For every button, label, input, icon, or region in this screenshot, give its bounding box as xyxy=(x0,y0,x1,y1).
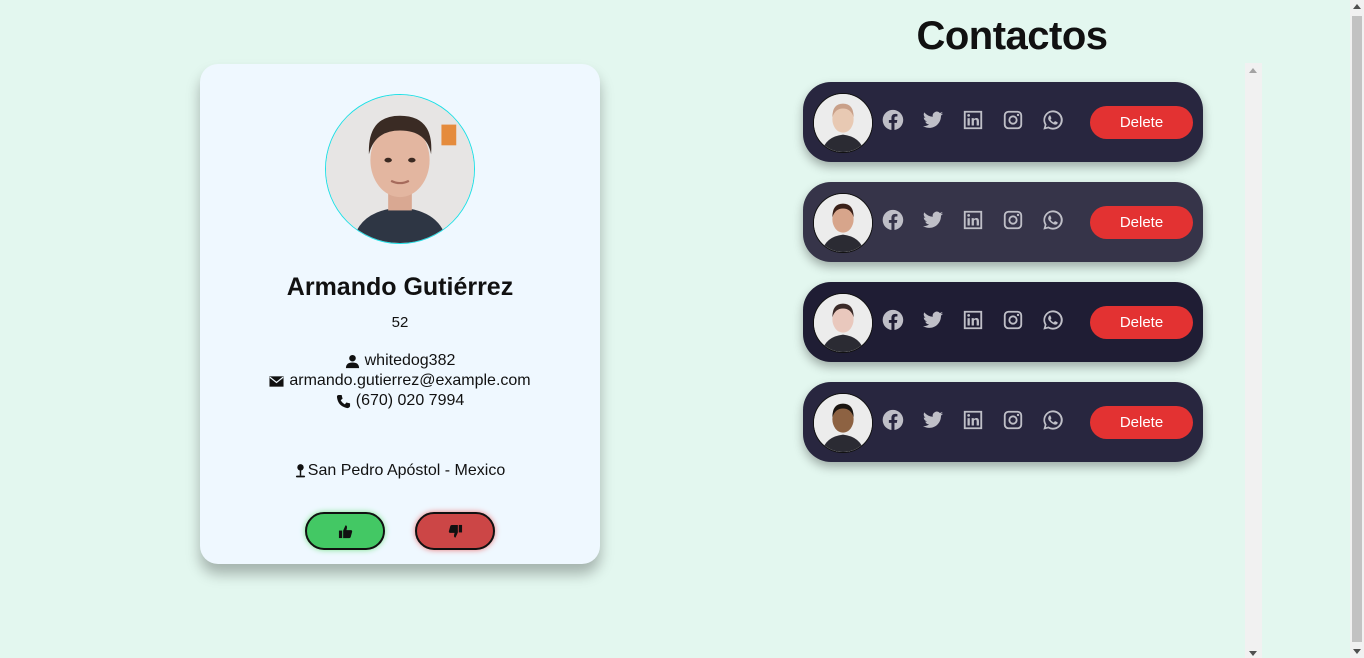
linkedin-icon[interactable] xyxy=(962,209,984,231)
whatsapp-icon[interactable] xyxy=(1042,209,1064,231)
email-row: armando.gutierrez@example.com xyxy=(200,372,600,390)
map-pin-icon xyxy=(295,464,305,478)
contact-card: Delete xyxy=(803,182,1203,262)
contact-card: Delete xyxy=(803,282,1203,362)
profile-phone: (670) 020 7994 xyxy=(355,392,465,409)
linkedin-icon[interactable] xyxy=(962,109,984,131)
twitter-icon[interactable] xyxy=(922,209,944,231)
scroll-down-arrow[interactable] xyxy=(1249,651,1257,656)
whatsapp-icon[interactable] xyxy=(1042,109,1064,131)
profile-username: whitedog382 xyxy=(364,352,456,369)
twitter-icon[interactable] xyxy=(922,109,944,131)
linkedin-icon[interactable] xyxy=(962,409,984,431)
twitter-icon[interactable] xyxy=(922,309,944,331)
scroll-up-arrow[interactable] xyxy=(1249,68,1257,73)
contact-card: Delete xyxy=(803,382,1203,462)
profile-photo xyxy=(326,95,474,243)
facebook-icon[interactable] xyxy=(882,409,904,431)
profile-card: Armando Gutiérrez 52 whitedog382 armando… xyxy=(200,64,600,564)
social-links xyxy=(882,309,1064,331)
facebook-icon[interactable] xyxy=(882,209,904,231)
profile-location: San Pedro Apóstol - Mexico xyxy=(307,462,506,479)
location-row: San Pedro Apóstol - Mexico xyxy=(200,462,600,480)
contact-avatar xyxy=(813,93,873,153)
delete-button[interactable]: Delete xyxy=(1090,106,1193,139)
instagram-icon[interactable] xyxy=(1002,109,1024,131)
page-scrollbar[interactable] xyxy=(1350,0,1364,658)
twitter-icon[interactable] xyxy=(922,409,944,431)
profile-avatar xyxy=(325,94,475,244)
envelope-icon xyxy=(269,375,284,387)
facebook-icon[interactable] xyxy=(882,109,904,131)
thumbs-down-icon xyxy=(448,524,462,538)
phone-icon xyxy=(336,394,350,408)
delete-button[interactable]: Delete xyxy=(1090,306,1193,339)
thumbs-up-icon xyxy=(338,524,352,538)
social-links xyxy=(882,109,1064,131)
profile-name: Armando Gutiérrez xyxy=(286,273,514,301)
contact-avatar xyxy=(813,393,873,453)
vote-buttons xyxy=(200,512,600,550)
whatsapp-icon[interactable] xyxy=(1042,409,1064,431)
contact-avatar xyxy=(813,293,873,353)
whatsapp-icon[interactable] xyxy=(1042,309,1064,331)
page-scroll-up-arrow[interactable] xyxy=(1353,4,1361,9)
social-links xyxy=(882,209,1064,231)
delete-button[interactable]: Delete xyxy=(1090,406,1193,439)
contacts-scrollbar[interactable] xyxy=(1245,63,1262,658)
contact-card: Delete xyxy=(803,82,1203,162)
facebook-icon[interactable] xyxy=(882,309,904,331)
page-scroll-thumb[interactable] xyxy=(1352,16,1362,642)
contacts-title: Contactos xyxy=(916,14,1108,58)
instagram-icon[interactable] xyxy=(1002,409,1024,431)
social-links xyxy=(882,409,1064,431)
linkedin-icon[interactable] xyxy=(962,309,984,331)
phone-row: (670) 020 7994 xyxy=(200,392,600,410)
contact-list: Delete Delete Delete Delete xyxy=(803,82,1203,482)
page-scroll-down-arrow[interactable] xyxy=(1353,649,1361,654)
user-icon xyxy=(345,354,359,368)
delete-button[interactable]: Delete xyxy=(1090,206,1193,239)
profile-email: armando.gutierrez@example.com xyxy=(289,372,531,389)
dislike-button[interactable] xyxy=(415,512,495,550)
profile-age: 52 xyxy=(391,314,409,331)
like-button[interactable] xyxy=(305,512,385,550)
instagram-icon[interactable] xyxy=(1002,309,1024,331)
username-row: whitedog382 xyxy=(200,352,600,370)
instagram-icon[interactable] xyxy=(1002,209,1024,231)
contact-avatar xyxy=(813,193,873,253)
